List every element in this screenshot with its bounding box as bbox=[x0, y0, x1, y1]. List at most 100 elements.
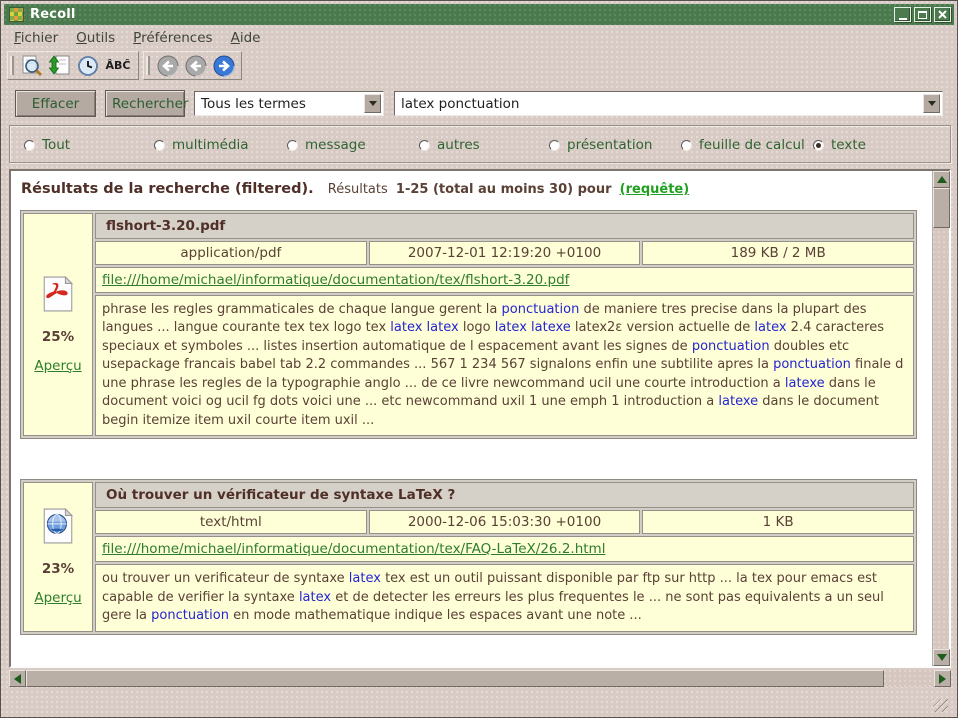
result-snippet: ou trouver un verificateur de syntaxe la… bbox=[95, 564, 914, 631]
filter-multimedia[interactable]: multimédia bbox=[154, 137, 249, 153]
horizontal-scroll-track bbox=[884, 670, 934, 687]
back-icon bbox=[157, 55, 179, 77]
next-page-button[interactable] bbox=[211, 54, 236, 78]
filter-tout[interactable]: Tout bbox=[24, 137, 70, 153]
menu-outils[interactable]: Outils bbox=[76, 30, 115, 46]
filter-autres[interactable]: autres bbox=[419, 137, 480, 153]
chevron-down-icon[interactable] bbox=[364, 94, 381, 113]
titlebar[interactable]: Recoll bbox=[4, 4, 954, 25]
search-input[interactable] bbox=[395, 92, 923, 115]
menubar: Fichier Outils Préférences Aide bbox=[5, 27, 953, 48]
relevance-percent: 25% bbox=[42, 329, 74, 345]
result-detail: Où trouver un vérificateur de syntaxe La… bbox=[95, 482, 914, 631]
vertical-scroll-thumb[interactable] bbox=[933, 188, 950, 228]
result-meta-row: application/pdf 2007-12-01 12:19:20 +010… bbox=[95, 241, 914, 265]
result-url-link[interactable]: file:///home/michael/informatique/docume… bbox=[102, 541, 605, 557]
filter-feuille-de-calcul[interactable]: feuille de calcul bbox=[681, 137, 805, 153]
result-snippet: phrase les regles grammaticales de chaqu… bbox=[95, 295, 914, 436]
history-clock-icon bbox=[77, 55, 99, 77]
result-date: 2000-12-06 15:03:30 +0100 bbox=[369, 510, 641, 534]
result-date: 2007-12-01 12:19:20 +0100 bbox=[369, 241, 641, 265]
radio-icon bbox=[549, 140, 560, 151]
window-controls bbox=[894, 7, 951, 22]
horizontal-scrollbar[interactable] bbox=[9, 670, 951, 687]
menu-aide[interactable]: Aide bbox=[231, 30, 261, 46]
radio-icon bbox=[154, 140, 165, 151]
result-size: 189 KB / 2 MB bbox=[642, 241, 914, 265]
document-sort-icon bbox=[48, 54, 71, 77]
radio-icon bbox=[287, 140, 298, 151]
results-viewport: Résultats de la recherche (filtered). Ré… bbox=[11, 171, 932, 666]
result-url-cell: file:///home/michael/informatique/docume… bbox=[95, 267, 914, 293]
minimize-icon bbox=[899, 18, 907, 20]
results-title: Résultats de la recherche (filtered). bbox=[21, 181, 314, 197]
menu-fichier[interactable]: Fichier bbox=[14, 30, 58, 46]
menu-preferences[interactable]: Préférences bbox=[133, 30, 212, 46]
toolbar: ÂBĈ bbox=[7, 51, 242, 81]
html-file-icon bbox=[42, 508, 74, 548]
first-page-button[interactable] bbox=[155, 54, 180, 78]
pdf-file-icon bbox=[42, 276, 74, 316]
result-url-cell: file:///home/michael/informatique/docume… bbox=[95, 536, 914, 562]
recoll-app-icon bbox=[9, 7, 24, 22]
arrow-right-icon bbox=[939, 674, 951, 684]
maximize-icon bbox=[918, 11, 927, 19]
filter-presentation[interactable]: présentation bbox=[549, 137, 652, 153]
filter-message[interactable]: message bbox=[287, 137, 366, 153]
document-search-button[interactable] bbox=[19, 54, 44, 78]
arrow-down-icon bbox=[937, 654, 947, 666]
sort-documents-button[interactable] bbox=[47, 54, 72, 78]
statusbar bbox=[4, 691, 954, 716]
filter-texte[interactable]: texte bbox=[813, 137, 866, 153]
back-icon bbox=[185, 55, 207, 77]
preview-link[interactable]: Aperçu bbox=[34, 358, 81, 374]
scroll-up-button[interactable] bbox=[933, 171, 950, 188]
query-combobox bbox=[394, 91, 943, 116]
result-mime: application/pdf bbox=[95, 241, 367, 265]
result-url-link[interactable]: file:///home/michael/informatique/docume… bbox=[102, 272, 569, 288]
term-mode-select[interactable]: Tous les termes bbox=[194, 91, 384, 116]
query-link[interactable]: (requête) bbox=[620, 182, 690, 197]
vertical-scrollbar[interactable] bbox=[932, 171, 949, 666]
arrow-up-icon bbox=[937, 171, 947, 183]
horizontal-scroll-thumb[interactable] bbox=[26, 670, 884, 687]
history-button[interactable] bbox=[75, 54, 100, 78]
result-item: 25% Aperçu flshort-3.20.pdf application/… bbox=[20, 210, 917, 439]
search-button[interactable]: Rechercher bbox=[105, 90, 185, 117]
result-filename: Où trouver un vérificateur de syntaxe La… bbox=[95, 482, 914, 508]
term-explorer-button[interactable]: ÂBĈ bbox=[103, 54, 133, 78]
scroll-left-button[interactable] bbox=[9, 670, 26, 687]
results-count-range: 1-25 (total au moins 30) pour bbox=[396, 182, 612, 197]
result-side-panel: 25% Aperçu bbox=[23, 213, 93, 436]
result-side-panel: 23% Aperçu bbox=[23, 482, 93, 631]
results-header: Résultats de la recherche (filtered). Ré… bbox=[11, 171, 932, 210]
result-mime: text/html bbox=[95, 510, 367, 534]
toolbar-handle-icon[interactable] bbox=[146, 56, 150, 75]
window-title: Recoll bbox=[30, 7, 76, 22]
clear-button[interactable]: Effacer bbox=[15, 90, 96, 117]
radio-icon bbox=[419, 140, 430, 151]
previous-page-button[interactable] bbox=[183, 54, 208, 78]
scroll-down-button[interactable] bbox=[933, 649, 950, 666]
resize-grip[interactable] bbox=[933, 699, 948, 712]
relevance-percent: 23% bbox=[42, 561, 74, 577]
chevron-down-icon[interactable] bbox=[923, 94, 940, 113]
maximize-button[interactable] bbox=[914, 7, 931, 22]
radio-icon bbox=[24, 140, 35, 151]
toolbar-group-tools: ÂBĈ bbox=[7, 51, 139, 80]
preview-link[interactable]: Aperçu bbox=[34, 590, 81, 606]
toolbar-handle-icon[interactable] bbox=[10, 56, 14, 75]
filetype-filter-group: Tout multimédia message autres présentat… bbox=[9, 125, 951, 163]
result-filename: flshort-3.20.pdf bbox=[95, 213, 914, 239]
result-size: 1 KB bbox=[642, 510, 914, 534]
results-count-prefix: Résultats bbox=[328, 182, 388, 197]
radio-icon bbox=[681, 140, 692, 151]
vertical-scroll-track bbox=[933, 228, 949, 649]
minimize-button[interactable] bbox=[894, 7, 911, 22]
result-detail: flshort-3.20.pdf application/pdf 2007-12… bbox=[95, 213, 914, 436]
scroll-right-button[interactable] bbox=[934, 670, 951, 687]
radio-icon bbox=[813, 140, 824, 151]
close-button[interactable] bbox=[934, 7, 951, 22]
results-area: Résultats de la recherche (filtered). Ré… bbox=[9, 169, 951, 668]
result-item: 23% Aperçu Où trouver un vérificateur de… bbox=[20, 479, 917, 634]
